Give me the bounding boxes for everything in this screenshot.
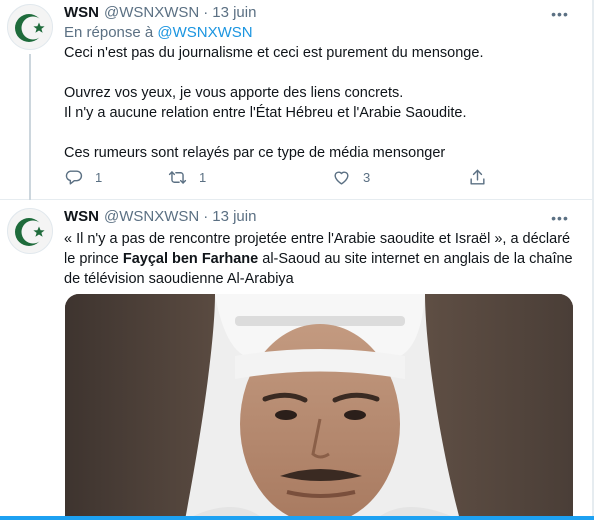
tweet-line: Ouvrez vos yeux, je vous apporte des lie… <box>64 85 404 101</box>
tweet-header: WSN @WSNXWSN · 13 juin <box>64 2 256 22</box>
more-button[interactable]: ••• <box>550 208 570 228</box>
tweet-actions: 1 1 3 <box>64 168 504 190</box>
reply-handle-link[interactable]: @WSNXWSN <box>157 24 252 41</box>
more-icon: ••• <box>551 6 569 22</box>
tweet[interactable]: WSN @WSNXWSN · 13 juin ••• En réponse à … <box>0 0 592 200</box>
reply-icon <box>65 170 83 185</box>
display-name[interactable]: WSN <box>64 4 99 21</box>
retweet-icon <box>168 171 187 184</box>
retweet-button[interactable]: 1 <box>168 168 206 187</box>
like-button[interactable]: 3 <box>332 168 370 187</box>
thread-connector <box>29 54 31 200</box>
like-icon <box>334 171 349 185</box>
tweet[interactable]: WSN @WSNXWSN · 13 juin ••• « Il n'y a pa… <box>0 200 592 520</box>
mentioned-person: Fayçal ben Farhane <box>122 251 259 267</box>
tweet-line: Ceci n'est pas du journalisme et ceci es… <box>64 45 484 61</box>
display-name[interactable]: WSN <box>64 208 99 225</box>
avatar[interactable] <box>7 4 53 50</box>
user-handle[interactable]: @WSNXWSN <box>104 4 199 21</box>
user-handle[interactable]: @WSNXWSN <box>104 208 199 225</box>
more-button[interactable]: ••• <box>550 4 570 24</box>
tweet-line: Ces rumeurs sont relayés par ce type de … <box>64 145 446 161</box>
tweet-media-photo[interactable] <box>65 294 573 520</box>
separator: · <box>203 207 209 225</box>
tweet-date[interactable]: 13 juin <box>212 208 256 225</box>
scroll-progress-bar <box>0 516 594 520</box>
retweet-count: 1 <box>199 170 207 185</box>
reply-button[interactable]: 1 <box>64 168 102 187</box>
avatar[interactable] <box>7 208 53 254</box>
reply-context: En réponse à @WSNXWSN <box>64 24 253 41</box>
tweet-text: Ceci n'est pas du journalisme et ceci es… <box>64 43 574 163</box>
crescent-star-avatar-icon <box>8 5 52 49</box>
tweet-line: Il n'y a aucune relation entre l'État Hé… <box>64 105 467 121</box>
tweet-header: WSN @WSNXWSN · 13 juin <box>64 206 256 226</box>
crescent-star-avatar-icon <box>8 209 52 253</box>
reply-count: 1 <box>95 170 103 185</box>
share-button[interactable] <box>468 168 487 187</box>
like-count: 3 <box>363 170 371 185</box>
tweet-date[interactable]: 13 juin <box>212 4 256 21</box>
more-icon: ••• <box>551 210 569 226</box>
separator: · <box>203 3 209 21</box>
reply-prefix: En réponse à <box>64 24 154 41</box>
share-icon <box>470 169 485 185</box>
photo-of-prince <box>65 294 573 520</box>
tweet-text: « Il n'y a pas de rencontre projetée ent… <box>64 229 574 289</box>
